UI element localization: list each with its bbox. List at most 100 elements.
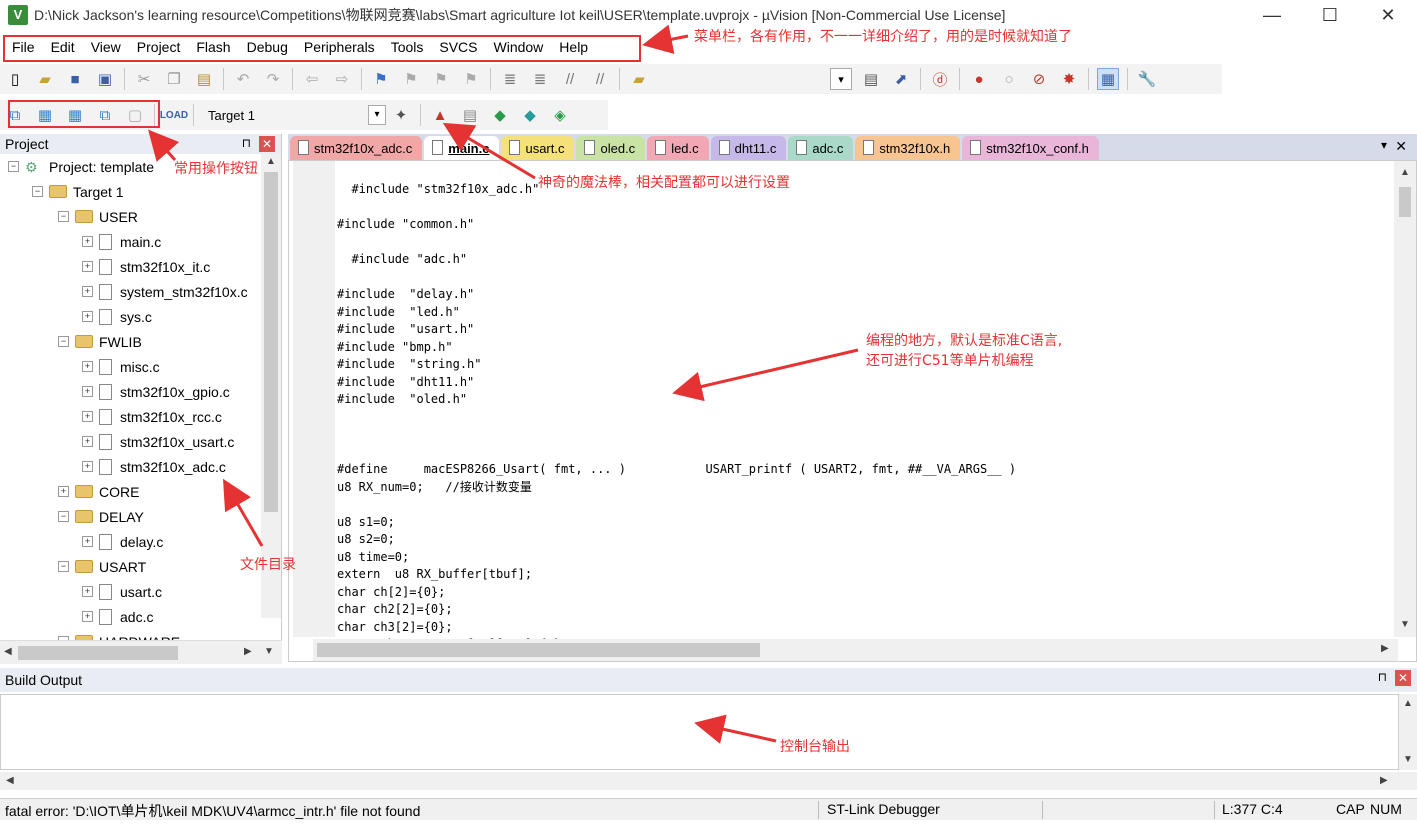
- editor-tab[interactable]: dht11.c: [710, 136, 787, 160]
- indent-icon[interactable]: ≣: [499, 68, 521, 90]
- tree-folder-item[interactable]: + CORE: [58, 479, 139, 504]
- scroll-left-icon[interactable]: ◀: [4, 646, 12, 657]
- pin-icon[interactable]: ⊓: [1378, 670, 1387, 684]
- editor-scroll-thumb[interactable]: [1399, 187, 1411, 217]
- next-bookmark-icon[interactable]: ⚑: [430, 68, 452, 90]
- save-icon[interactable]: ■: [64, 68, 86, 90]
- code-line[interactable]: #include "oled.h": [337, 391, 1016, 409]
- expand-icon[interactable]: +: [82, 261, 93, 272]
- expand-icon[interactable]: +: [82, 361, 93, 372]
- expand-icon[interactable]: +: [82, 611, 93, 622]
- expand-icon[interactable]: +: [82, 311, 93, 322]
- scroll-down-icon[interactable]: ▼: [1403, 754, 1413, 765]
- editor-vertical-scrollbar[interactable]: ▲ ▼: [1394, 161, 1416, 637]
- cut-icon[interactable]: ✂: [133, 68, 155, 90]
- code-text[interactable]: #include "stm32f10x_adc.h" #include "comm…: [337, 181, 1016, 654]
- expand-icon[interactable]: +: [82, 411, 93, 422]
- code-line[interactable]: [337, 199, 1016, 217]
- prev-bookmark-icon[interactable]: ⚑: [400, 68, 422, 90]
- tree-file-item[interactable]: + stm32f10x_rcc.c: [82, 404, 222, 429]
- editor-horizontal-scrollbar[interactable]: ▶: [313, 639, 1398, 661]
- editor-tab[interactable]: usart.c: [501, 136, 575, 160]
- collapse-icon[interactable]: −: [58, 561, 69, 572]
- code-line[interactable]: #include "delay.h": [337, 286, 1016, 304]
- project-horizontal-scrollbar[interactable]: ◀ ▶ ▼: [0, 640, 282, 664]
- debug-session-icon[interactable]: ⬈: [890, 68, 912, 90]
- expand-icon[interactable]: +: [82, 386, 93, 397]
- collapse-icon[interactable]: −: [58, 336, 69, 347]
- collapse-icon[interactable]: −: [32, 186, 43, 197]
- editor-tab[interactable]: oled.c: [576, 136, 646, 160]
- tree-folder-item[interactable]: − Target 1: [32, 179, 124, 204]
- collapse-icon[interactable]: −: [58, 511, 69, 522]
- build-output-text[interactable]: [0, 694, 1399, 770]
- close-panel-icon[interactable]: ✕: [1395, 670, 1411, 686]
- code-line[interactable]: [337, 496, 1016, 514]
- tree-folder-item[interactable]: − USER: [58, 204, 138, 229]
- build-vertical-scrollbar[interactable]: ▲ ▼: [1399, 694, 1417, 770]
- open-folder-icon[interactable]: ▰: [34, 68, 56, 90]
- code-line[interactable]: char ch2[2]={0};: [337, 601, 1016, 619]
- tree-file-item[interactable]: + misc.c: [82, 354, 160, 379]
- expand-icon[interactable]: +: [82, 236, 93, 247]
- kill-breakpoints-icon[interactable]: ✸: [1058, 68, 1080, 90]
- paste-icon[interactable]: ▤: [193, 68, 215, 90]
- expand-icon[interactable]: +: [82, 586, 93, 597]
- tree-folder-item[interactable]: − USART: [58, 554, 146, 579]
- disable-breakpoints-icon[interactable]: ⊘: [1028, 68, 1050, 90]
- copy-icon[interactable]: ❐: [163, 68, 185, 90]
- tree-project-root[interactable]: − ⚙ Project: template: [8, 154, 154, 179]
- manage-project-items-icon[interactable]: ▲: [429, 104, 451, 126]
- pin-icon[interactable]: ⊓: [242, 136, 251, 150]
- code-line[interactable]: u8 s2=0;: [337, 531, 1016, 549]
- tree-folder-item[interactable]: − FWLIB: [58, 329, 142, 354]
- code-line[interactable]: [337, 409, 1016, 427]
- pack-update-icon[interactable]: ◈: [549, 104, 571, 126]
- new-file-icon[interactable]: ▯: [4, 68, 26, 90]
- scroll-down-icon[interactable]: ▼: [1400, 619, 1410, 630]
- find-dropdown-icon[interactable]: ▾: [830, 68, 852, 90]
- expand-icon[interactable]: +: [82, 461, 93, 472]
- code-line[interactable]: #include "common.h": [337, 216, 1016, 234]
- tree-file-item[interactable]: + sys.c: [82, 304, 152, 329]
- code-line[interactable]: [337, 234, 1016, 252]
- insert-breakpoint-icon[interactable]: ●: [968, 68, 990, 90]
- minimize-button[interactable]: —: [1242, 0, 1302, 30]
- scroll-down-icon[interactable]: ▼: [264, 646, 274, 657]
- collapse-icon[interactable]: −: [8, 161, 19, 172]
- configure-icon[interactable]: 🔧: [1136, 68, 1158, 90]
- tree-file-item[interactable]: + delay.c: [82, 529, 163, 554]
- enable-breakpoint-icon[interactable]: ○: [998, 68, 1020, 90]
- code-line[interactable]: [337, 269, 1016, 287]
- download-icon[interactable]: LOAD: [160, 104, 188, 126]
- comment-icon[interactable]: //: [559, 68, 581, 90]
- code-editor[interactable]: #include "stm32f10x_adc.h" #include "comm…: [288, 160, 1417, 662]
- scroll-left-icon[interactable]: ◀: [6, 775, 14, 786]
- start-debug-icon[interactable]: ⓓ: [929, 68, 951, 90]
- close-window-button[interactable]: ✕: [1358, 0, 1417, 30]
- code-line[interactable]: #include "dht11.h": [337, 374, 1016, 392]
- undo-icon[interactable]: ↶: [232, 68, 254, 90]
- tree-file-item[interactable]: + main.c: [82, 229, 161, 254]
- build-horizontal-scrollbar[interactable]: ◀ ▶: [0, 772, 1417, 790]
- expand-icon[interactable]: +: [58, 486, 69, 497]
- navigate-back-icon[interactable]: ⇦: [301, 68, 323, 90]
- code-line[interactable]: [337, 426, 1016, 444]
- tree-file-item[interactable]: + stm32f10x_adc.c: [82, 454, 226, 479]
- editor-tab[interactable]: main.c: [424, 136, 500, 160]
- target-dropdown-arrow[interactable]: ▾: [368, 105, 386, 125]
- tree-file-item[interactable]: + system_stm32f10x.c: [82, 279, 248, 304]
- scroll-right-icon[interactable]: ▶: [1380, 775, 1388, 786]
- scroll-up-icon[interactable]: ▲: [1403, 698, 1413, 709]
- editor-tab[interactable]: led.c: [647, 136, 709, 160]
- expand-icon[interactable]: +: [82, 436, 93, 447]
- code-line[interactable]: [337, 444, 1016, 462]
- tree-file-item[interactable]: + stm32f10x_gpio.c: [82, 379, 230, 404]
- target-selector[interactable]: Target 1: [208, 108, 368, 123]
- clear-bookmarks-icon[interactable]: ⚑: [460, 68, 482, 90]
- editor-hscroll-thumb[interactable]: [317, 643, 760, 657]
- tree-folder-item[interactable]: −HARDWARE: [58, 629, 180, 640]
- project-vertical-scrollbar[interactable]: ▲: [261, 154, 281, 618]
- close-panel-icon[interactable]: ✕: [259, 136, 275, 152]
- manage-runtime-icon[interactable]: ◆: [489, 104, 511, 126]
